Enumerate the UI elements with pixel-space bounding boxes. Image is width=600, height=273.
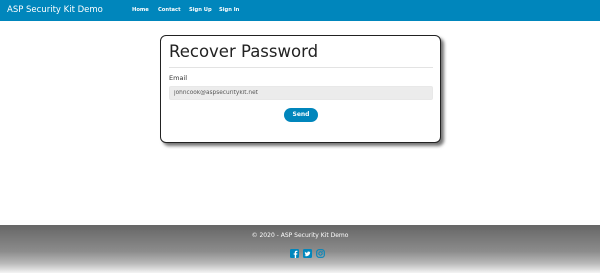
social-links <box>0 249 600 259</box>
footer-copyright: © 2020 - ASP Security Kit Demo <box>251 232 349 239</box>
facebook-icon[interactable] <box>290 249 299 258</box>
twitter-icon[interactable] <box>303 249 312 258</box>
nav-signin-link[interactable]: Sign In <box>219 6 239 14</box>
recover-password-card: Recover Password Email Send <box>160 35 441 143</box>
nav-home-link[interactable]: Home <box>132 6 149 14</box>
email-field[interactable] <box>169 86 433 100</box>
title-divider <box>169 67 433 68</box>
footer: © 2020 - ASP Security Kit Demo <box>0 225 600 273</box>
nav-signup-link[interactable]: Sign Up <box>189 6 212 14</box>
send-button[interactable]: Send <box>284 108 318 122</box>
page-title: Recover Password <box>169 42 319 61</box>
nav-contact-link[interactable]: Contact <box>158 6 181 14</box>
email-label: Email <box>169 74 188 82</box>
instagram-icon[interactable] <box>316 249 325 258</box>
nav-links: Home Contact Sign Up Sign In <box>0 0 600 21</box>
navbar: ASP Security Kit Demo Home Contact Sign … <box>0 0 600 21</box>
